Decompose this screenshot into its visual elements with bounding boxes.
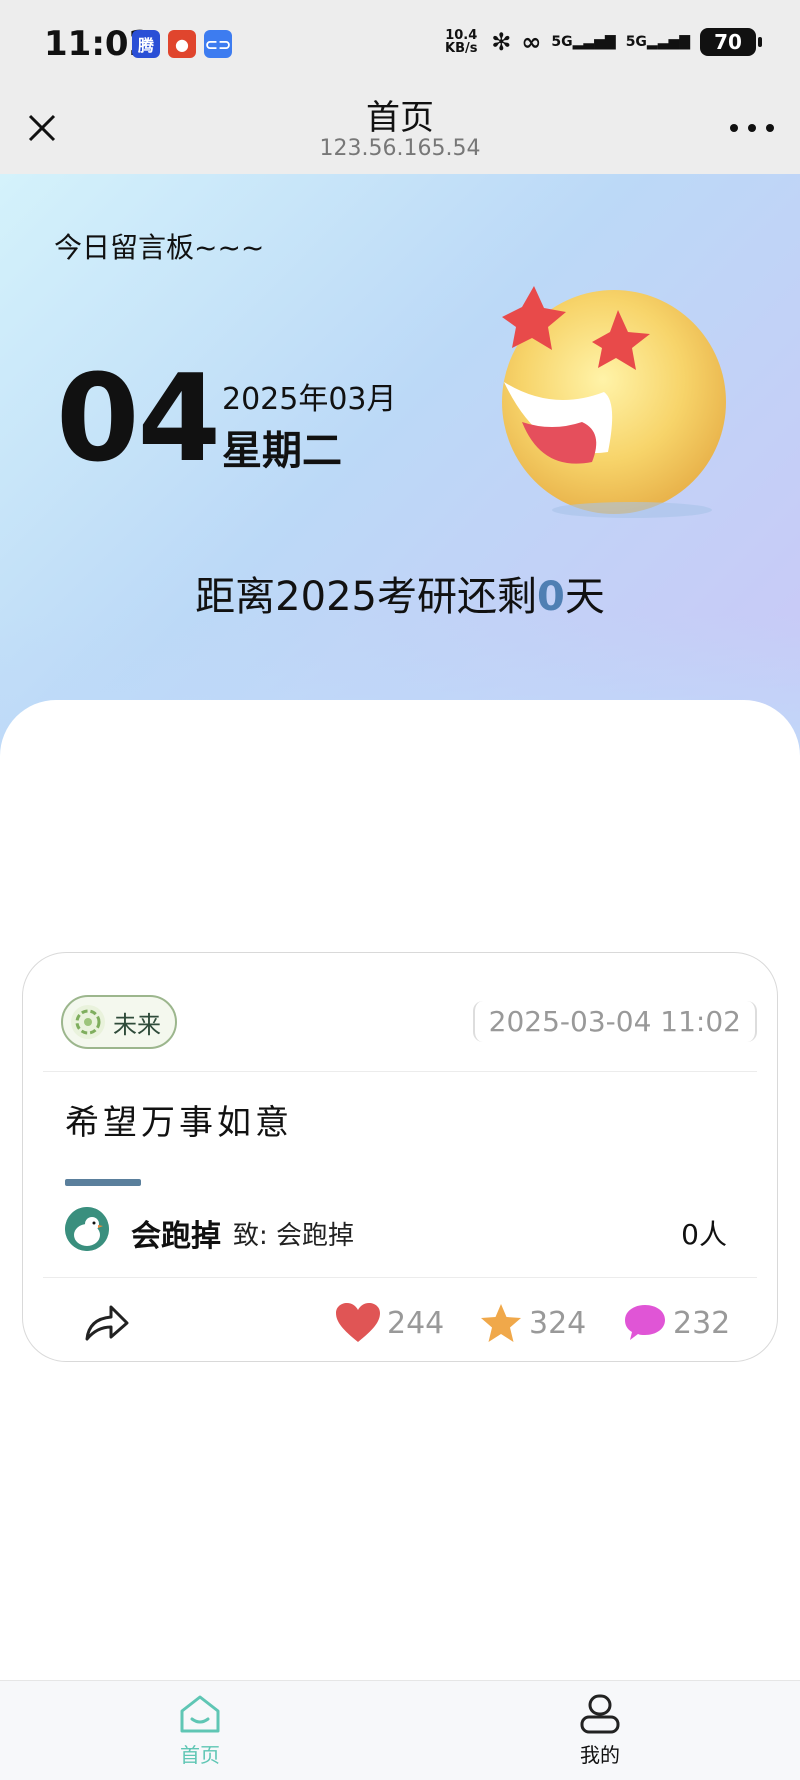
category-tag[interactable]: 未来 — [61, 995, 177, 1049]
signal-icon: 5G▂▃▅▇ — [551, 34, 616, 50]
nav-label-profile: 我的 — [580, 1743, 620, 1767]
comment-button[interactable]: 232 — [623, 1301, 730, 1345]
more-dot-icon — [730, 124, 738, 132]
countdown-suffix: 天 — [564, 574, 605, 620]
card-divider — [43, 1277, 757, 1278]
more-dot-icon — [766, 124, 774, 132]
page-title: 首页 — [366, 98, 434, 138]
greeting-text: 今日留言板~~~ — [54, 231, 265, 264]
signal-icon: 5G▂▃▅▇ — [625, 34, 690, 50]
favorite-button[interactable]: 324 — [479, 1301, 586, 1345]
share-icon — [85, 1305, 129, 1341]
author-name[interactable]: 会跑掉 — [131, 1211, 221, 1255]
avatar[interactable] — [65, 1207, 109, 1251]
nav-item-home[interactable]: 首页 — [100, 1693, 300, 1768]
people-count: 0人 — [681, 1218, 727, 1251]
comment-icon — [625, 1305, 665, 1340]
message-text: 希望万事如意 — [65, 1103, 293, 1143]
page-url: 123.56.165.54 — [319, 136, 481, 161]
countdown-prefix: 距离2025考研还剩 — [195, 574, 537, 620]
post-date: 2025-03-04 11:02 — [472, 1001, 757, 1042]
recipient-label: 致: 会跑掉 — [233, 1221, 355, 1251]
notification-app-icon: ● — [168, 30, 196, 58]
weekday: 星期二 — [222, 428, 342, 474]
bluetooth-icon: ✻ — [491, 28, 512, 56]
title-bar: 首页 123.56.165.54 — [0, 90, 800, 174]
comment-count: 232 — [673, 1305, 731, 1341]
more-button[interactable] — [730, 116, 774, 140]
bottom-nav: 首页 我的 — [0, 1680, 800, 1780]
accent-bar — [65, 1179, 141, 1186]
status-app-icons: 腾 ● ⊂⊃ — [132, 30, 232, 58]
more-dot-icon — [748, 124, 756, 132]
net-speed: 10.4 KB/s — [445, 28, 478, 56]
card-divider — [43, 1071, 757, 1072]
heart-icon — [336, 1303, 380, 1342]
tag-label: 未来 — [113, 1010, 161, 1039]
countdown-days: 0 — [536, 574, 565, 620]
like-button[interactable]: 244 — [335, 1301, 444, 1345]
leaf-icon — [71, 1005, 105, 1039]
status-indicators: 10.4 KB/s ✻ ∞ 5G▂▃▅▇ 5G▂▃▅▇ 70 — [441, 28, 762, 56]
like-count: 244 — [387, 1305, 445, 1341]
hero-banner: 今日留言板~~~ 04 2025年03月 星期二 距离2025考研还剩0天 — [0, 174, 800, 774]
star-icon — [481, 1304, 521, 1342]
home-icon — [180, 1695, 220, 1733]
exam-countdown: 距离2025考研还剩0天 — [0, 564, 800, 622]
battery-icon: 70 — [700, 28, 762, 56]
user-icon — [580, 1694, 620, 1734]
nav-item-profile[interactable]: 我的 — [500, 1693, 700, 1768]
status-bar: 11:02 腾 ● ⊂⊃ 10.4 KB/s ✻ ∞ 5G▂▃▅▇ 5G▂▃▅▇… — [0, 0, 800, 90]
year-month: 2025年03月 — [222, 382, 397, 417]
notification-app-icon: 腾 — [132, 30, 160, 58]
share-button[interactable] — [83, 1301, 131, 1345]
favorite-count: 324 — [529, 1305, 587, 1341]
day-number: 04 — [56, 350, 221, 489]
link-icon: ∞ — [521, 28, 542, 56]
star-eyes-emoji-icon — [502, 286, 726, 518]
nav-label-home: 首页 — [180, 1743, 220, 1767]
message-card[interactable]: 未来 2025-03-04 11:02 希望万事如意 会跑掉 致: 会跑掉 0人… — [22, 952, 778, 1362]
notification-link-icon: ⊂⊃ — [204, 30, 232, 58]
